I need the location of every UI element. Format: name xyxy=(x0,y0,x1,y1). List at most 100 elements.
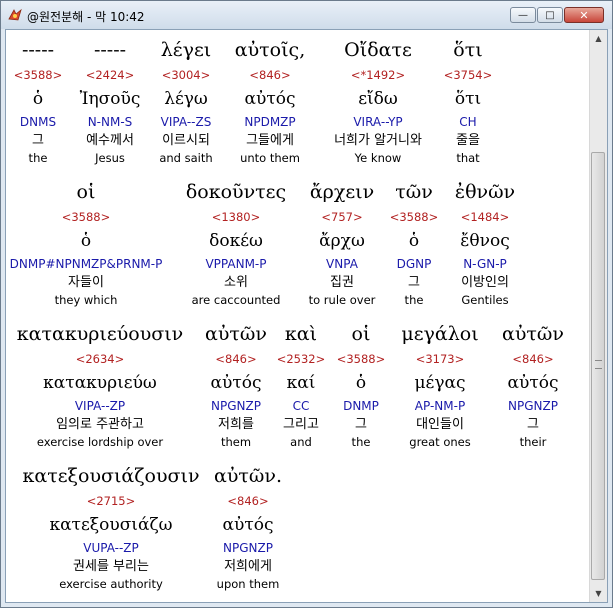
english-gloss: Ye know xyxy=(354,151,402,165)
scroll-thumb[interactable] xyxy=(591,152,605,580)
strong-number: <3004> xyxy=(161,68,211,82)
word-column[interactable]: καὶ <2532> καί CC 그리고 and xyxy=(277,319,326,450)
korean-gloss: 너희가 알거니와 xyxy=(334,133,422,148)
korean-gloss: 대인들이 xyxy=(416,417,464,432)
parsing-code: NPGNZP xyxy=(508,399,558,413)
parsing-code: VIRA--YP xyxy=(353,115,403,129)
parsing-code: VNPA xyxy=(326,257,358,271)
english-gloss: exercise lordship over xyxy=(36,435,164,449)
lemma-word: αὐτός xyxy=(210,373,262,393)
word-column[interactable]: οἱ <3588> ὁ DNMP#NPNMZP&PRNM-P 자들이 they which xyxy=(10,177,163,308)
word-column[interactable]: οἱ <3588> ὁ DNMP 그 the xyxy=(337,319,386,450)
strong-number: <846> xyxy=(215,352,257,366)
korean-gloss: 자들이 xyxy=(68,275,104,290)
lemma-word: λέγω xyxy=(164,89,208,109)
vertical-scrollbar[interactable]: ▲ ▼ xyxy=(589,30,607,602)
strong-number: <2634> xyxy=(75,352,125,366)
word-column[interactable]: κατεξουσιάζουσιν <2715> κατεξουσιάζω VUPA--… xyxy=(22,461,199,592)
word-column[interactable]: Οἴδατε <*1492> εἴδω VIRA--YP 너희가 알거니와 Ye know xyxy=(334,35,422,166)
word-column[interactable]: τῶν <3588> ὁ DGNP 그 the xyxy=(390,177,439,308)
greek-word: οἱ xyxy=(76,181,96,203)
korean-gloss: 예수께서 xyxy=(86,133,134,148)
word-column[interactable]: μεγάλοι <3173> μέγας AP-NM-P 대인들이 great ones xyxy=(401,319,478,450)
strong-number: <*1492> xyxy=(350,68,406,82)
strong-number: <1380> xyxy=(211,210,261,224)
interlinear-content: ----- <3588> ὁ DNMS 그 the ----- <2424> Ἰησοῦς N-N… xyxy=(6,30,591,602)
greek-word: οἱ xyxy=(351,323,371,345)
english-gloss: and xyxy=(290,435,312,449)
parsing-code: VPPANM-P xyxy=(205,257,267,271)
word-column[interactable]: δοκοῦντες <1380> δοκέω VPPANM-P 소위 are caccou… xyxy=(186,177,286,308)
word-column[interactable]: ----- <2424> Ἰησοῦς N-NM-S 예수께서 Jesus xyxy=(80,35,141,166)
word-column[interactable]: αὐτῶν. <846> αὐτός NPGNZP 저희에게 upon them xyxy=(214,461,282,592)
lemma-word: εἴδω xyxy=(358,89,398,109)
close-button[interactable]: ✕ xyxy=(564,7,604,23)
greek-word: αὐτῶν xyxy=(205,323,267,345)
english-gloss: the xyxy=(351,435,371,449)
scroll-up-button[interactable]: ▲ xyxy=(590,30,607,47)
korean-gloss: 이방인의 xyxy=(461,275,509,290)
lemma-word: ὁ xyxy=(408,231,420,251)
parsing-code: NPGNZP xyxy=(223,541,273,555)
strong-number: <3173> xyxy=(415,352,465,366)
parsing-code: VIPA--ZS xyxy=(160,115,212,129)
word-column[interactable]: ὅτι <3754> ὅτι CH 줄을 that xyxy=(444,35,493,166)
greek-word: αὐτῶν. xyxy=(214,465,282,487)
word-column[interactable]: αὐτῶν <846> αὐτός NPGNZP 그 their xyxy=(502,319,564,450)
grip-icon xyxy=(595,360,602,369)
english-gloss: Gentiles xyxy=(461,293,509,307)
greek-word: ἄρχειν xyxy=(309,181,375,203)
word-column[interactable]: λέγει <3004> λέγω VIPA--ZS 이르시되 and saith xyxy=(159,35,212,166)
lemma-word: αὐτός xyxy=(244,89,296,109)
parsing-code: DNMP xyxy=(343,399,379,413)
word-column[interactable]: αὐτοῖς, <846> αὐτός NPDMZP 그들에게 unto them xyxy=(235,35,305,166)
lemma-word: καί xyxy=(286,373,316,393)
greek-word: λέγει xyxy=(160,39,212,61)
lemma-word: ὁ xyxy=(355,373,367,393)
word-column[interactable]: αὐτῶν <846> αὐτός NPGNZP 저희를 them xyxy=(205,319,267,450)
scroll-down-button[interactable]: ▼ xyxy=(590,585,607,602)
parsing-code: N-GN-P xyxy=(463,257,507,271)
app-icon xyxy=(8,8,22,21)
strong-number: <3588> xyxy=(389,210,439,224)
lemma-word: αὐτός xyxy=(222,515,274,535)
english-gloss: them xyxy=(220,435,252,449)
parsing-code: CH xyxy=(459,115,477,129)
english-gloss: great ones xyxy=(409,435,471,449)
strong-number: <2715> xyxy=(86,494,136,508)
word-column[interactable]: ἐθνῶν <1484> ἔθνος N-GN-P 이방인의 Gentiles xyxy=(455,177,515,308)
app-window: @원전분해 - 막 10:42 — □ ✕ ----- <3588> ὁ DNMS 그 t… xyxy=(0,0,613,608)
interlinear-view[interactable]: ----- <3588> ὁ DNMS 그 the ----- <2424> Ἰησοῦς N-N… xyxy=(5,29,608,603)
english-gloss: their xyxy=(519,435,547,449)
strong-number: <2424> xyxy=(85,68,135,82)
word-column[interactable]: ἄρχειν <757> ἄρχω VNPA 집권 to rule over xyxy=(309,177,376,308)
maximize-button[interactable]: □ xyxy=(537,7,563,23)
strong-number: <2532> xyxy=(276,352,326,366)
korean-gloss: 그 xyxy=(527,417,539,432)
greek-word: καὶ xyxy=(284,323,318,345)
window-title: @원전분해 - 막 10:42 xyxy=(27,10,145,24)
korean-gloss: 소위 xyxy=(224,275,248,290)
english-gloss: exercise authority xyxy=(59,577,163,591)
parsing-code: CC xyxy=(292,399,310,413)
greek-word: Οἴδατε xyxy=(344,39,412,61)
korean-gloss: 그리고 xyxy=(283,417,319,432)
lemma-word: Ἰησοῦς xyxy=(79,89,141,109)
title-bar[interactable]: @원전분해 - 막 10:42 — □ ✕ xyxy=(1,1,612,29)
parsing-code: NPGNZP xyxy=(211,399,261,413)
korean-gloss: 줄을 xyxy=(456,133,480,148)
strong-number: <3588> xyxy=(336,352,386,366)
minimize-button[interactable]: — xyxy=(510,7,536,23)
word-column[interactable]: ----- <3588> ὁ DNMS 그 the xyxy=(14,35,63,166)
english-gloss: that xyxy=(456,151,480,165)
korean-gloss: 그 xyxy=(408,275,420,290)
lemma-word: ὁ xyxy=(80,231,92,251)
parsing-code: DGNP xyxy=(396,257,432,271)
lemma-word: δοκέω xyxy=(209,231,263,251)
lemma-word: μέγας xyxy=(414,373,466,393)
lemma-word: ὅτι xyxy=(454,89,482,109)
word-column[interactable]: κατακυριεύουσιν <2634> κατακυριεύω VIPA--ZP… xyxy=(17,319,183,450)
greek-word: τῶν xyxy=(395,181,433,203)
english-gloss: and saith xyxy=(159,151,213,165)
english-gloss: are caccounted xyxy=(191,293,281,307)
